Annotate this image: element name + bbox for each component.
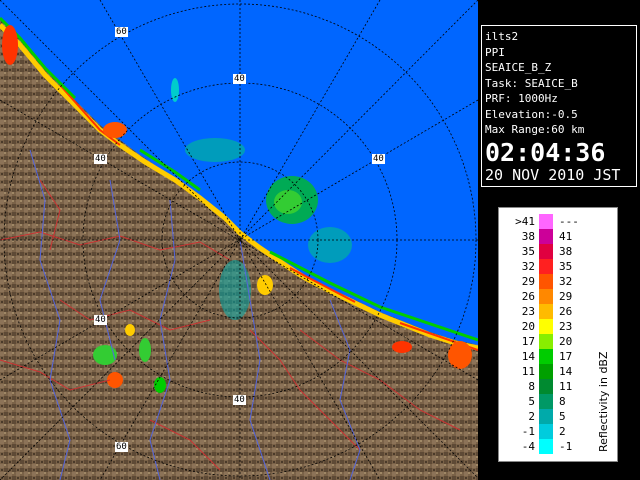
- legend-upper-bound: 41: [559, 230, 573, 243]
- legend-upper-bound: 29: [559, 290, 573, 303]
- legend-lower-bound: -4: [521, 440, 535, 453]
- legend-color-swatch: [539, 214, 553, 229]
- legend-color-swatch: [539, 274, 553, 289]
- legend-lower-bound: 5: [528, 395, 535, 408]
- land-echo-cell: [103, 122, 127, 138]
- legend-row: 25: [503, 409, 585, 424]
- land-echo-cell: [257, 275, 273, 295]
- legend-row: 8 11: [503, 379, 585, 394]
- legend-color-swatch: [539, 334, 553, 349]
- land-echo-patch: [219, 260, 251, 320]
- radar-map-svg: [0, 0, 478, 480]
- prf-value: PRF: 1000Hz: [485, 92, 558, 105]
- legend-color-swatch: [539, 244, 553, 259]
- elevation-value: Elevation:-0.5: [485, 107, 578, 121]
- range-label: 40: [372, 154, 385, 164]
- legend-row: 20 23: [503, 319, 585, 334]
- legend-row: 17 20: [503, 334, 585, 349]
- legend-row: 32 35: [503, 259, 585, 274]
- legend-row: 38 41: [503, 229, 585, 244]
- legend-row: 23 26: [503, 304, 585, 319]
- sea-echo-core: [274, 190, 302, 214]
- site-name: ilts2: [485, 30, 519, 43]
- legend-row: 26 29: [503, 289, 585, 304]
- legend-upper-bound: 32: [559, 275, 573, 288]
- legend-lower-bound: 2: [528, 410, 535, 423]
- legend-lower-bound: 29: [521, 275, 535, 288]
- range-label: 40: [233, 395, 246, 405]
- legend-color-swatch: [539, 289, 553, 304]
- sea-echo-patch: [185, 138, 245, 162]
- legend-upper-bound: 2: [559, 425, 566, 438]
- legend-color-swatch: [539, 259, 553, 274]
- legend-lower-bound: 20: [521, 320, 535, 333]
- legend-lower-bound: 11: [521, 365, 535, 378]
- legend-upper-bound: 11: [559, 380, 573, 393]
- legend-upper-bound: 8: [559, 395, 566, 408]
- legend-color-swatch: [539, 409, 553, 424]
- reflectivity-legend: >41 --- 38 41 35 38 32 35 29 32 26 29 23 26 20 23 17 20 14…: [498, 207, 618, 462]
- range-label: 40: [94, 154, 107, 164]
- range-label: 60: [115, 27, 128, 37]
- legend-lower-bound: 23: [521, 305, 535, 318]
- land-echo-cell: [2, 25, 18, 65]
- legend-lower-bound: 32: [521, 260, 535, 273]
- legend-lower-bound: -1: [521, 425, 535, 438]
- legend-row: >41 ---: [503, 214, 585, 229]
- legend-upper-bound: 17: [559, 350, 573, 363]
- legend-lower-bound: 38: [521, 230, 535, 243]
- legend-upper-bound: 35: [559, 260, 573, 273]
- legend-color-swatch: [539, 439, 553, 454]
- info-panel: ilts2 PPI SEAICE_B_Z Task: SEAICE_B PRF:…: [481, 25, 637, 187]
- legend-color-swatch: [539, 229, 553, 244]
- scan-time: 02:04:36: [485, 137, 606, 167]
- legend-upper-bound: -1: [559, 440, 573, 453]
- legend-upper-bound: 14: [559, 365, 573, 378]
- dataset-name: SEAICE_B_Z: [485, 61, 552, 74]
- legend-color-swatch: [539, 424, 553, 439]
- legend-color-swatch: [539, 304, 553, 319]
- legend-row: -4 -1: [503, 439, 585, 454]
- sea-echo-patch: [308, 227, 352, 263]
- legend-lower-bound: 8: [528, 380, 535, 393]
- legend-row: 11 14: [503, 364, 585, 379]
- legend-upper-bound: 20: [559, 335, 573, 348]
- scan-date: 20 NOV 2010 JST: [485, 165, 621, 184]
- legend-color-swatch: [539, 349, 553, 364]
- range-label: 60: [115, 442, 128, 452]
- range-label: 40: [94, 315, 107, 325]
- max-range-value: Max Range:60 km: [485, 123, 585, 136]
- legend-color-swatch: [539, 319, 553, 334]
- legend-row: 35 38: [503, 244, 585, 259]
- range-label: 40: [233, 74, 246, 84]
- legend-lower-bound: >41: [515, 215, 535, 228]
- legend-row: 58: [503, 394, 585, 409]
- legend-lower-bound: 17: [521, 335, 535, 348]
- legend-title: Reflectivity in dBZ: [597, 351, 610, 452]
- legend-row: 29 32: [503, 274, 585, 289]
- radar-ppi-map[interactable]: 60 40 40 40 40 40 60: [0, 0, 478, 480]
- legend-color-swatch: [539, 379, 553, 394]
- legend-lower-bound: 35: [521, 245, 535, 258]
- legend-upper-bound: 5: [559, 410, 566, 423]
- land-echo-cell: [125, 324, 135, 336]
- legend-color-swatch: [539, 394, 553, 409]
- legend-row: -1 2: [503, 424, 585, 439]
- legend-row: 14 17: [503, 349, 585, 364]
- product-type: PPI: [485, 45, 505, 59]
- legend-upper-bound: ---: [559, 215, 579, 228]
- land-echo-cell: [392, 341, 412, 353]
- legend-lower-bound: 14: [521, 350, 535, 363]
- legend-upper-bound: 38: [559, 245, 573, 258]
- legend-upper-bound: 26: [559, 305, 573, 318]
- legend-lower-bound: 26: [521, 290, 535, 303]
- task-name: Task: SEAICE_B: [485, 76, 578, 90]
- legend-upper-bound: 23: [559, 320, 573, 333]
- land-echo-cell: [139, 338, 151, 362]
- legend-color-swatch: [539, 364, 553, 379]
